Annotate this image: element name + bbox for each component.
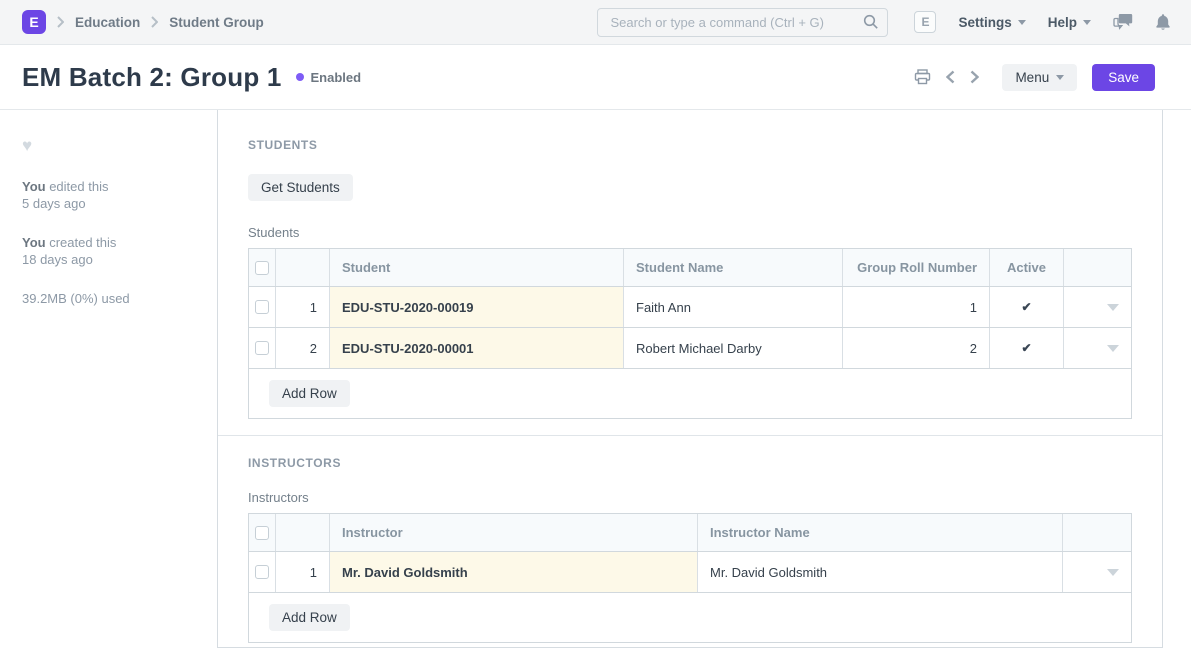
row-index-header xyxy=(275,249,329,286)
save-button[interactable]: Save xyxy=(1092,64,1155,91)
page-head: EM Batch 2: Group 1 Enabled Menu Save xyxy=(0,45,1191,110)
modified-info: You edited this 5 days ago xyxy=(22,178,201,212)
chevron-down-icon xyxy=(1056,75,1064,80)
column-header-student-name: Student Name xyxy=(623,249,842,286)
settings-label: Settings xyxy=(958,15,1011,30)
chevron-down-icon xyxy=(1083,20,1091,25)
instructors-field-label: Instructors xyxy=(248,490,1132,505)
print-icon[interactable] xyxy=(914,69,931,85)
check-icon: ✔ xyxy=(1021,300,1031,314)
column-header-active: Active xyxy=(989,249,1063,286)
row-checkbox[interactable] xyxy=(255,341,269,355)
add-row-button[interactable]: Add Row xyxy=(269,604,350,631)
students-grid-footer: Add Row xyxy=(249,368,1131,418)
group-roll-number-cell[interactable]: 1 xyxy=(842,287,989,327)
student-name-cell[interactable]: Faith Ann xyxy=(623,287,842,327)
students-grid-header: Student Student Name Group Roll Number A… xyxy=(249,249,1131,286)
column-header-instructor: Instructor xyxy=(329,514,697,551)
breadcrumb-education[interactable]: Education xyxy=(75,15,140,30)
form-sidebar: ♥ You edited this 5 days ago You created… xyxy=(0,110,217,656)
row-index[interactable]: 1 xyxy=(275,287,329,327)
bell-icon[interactable] xyxy=(1155,13,1171,31)
app-logo-letter: E xyxy=(29,14,38,30)
row-actions-cell[interactable] xyxy=(1063,328,1131,368)
app-logo[interactable]: E xyxy=(22,10,46,34)
active-cell[interactable]: ✔ xyxy=(989,328,1063,368)
modified-when: 5 days ago xyxy=(22,195,201,212)
created-info: You created this 18 days ago xyxy=(22,234,201,268)
get-students-button[interactable]: Get Students xyxy=(248,174,353,201)
modified-action: edited this xyxy=(46,179,109,194)
students-field-label: Students xyxy=(248,225,1132,240)
student-cell[interactable]: EDU-STU-2020-00019 xyxy=(329,287,623,327)
global-search xyxy=(597,8,888,37)
select-all-checkbox[interactable] xyxy=(255,526,269,540)
created-when: 18 days ago xyxy=(22,251,201,268)
search-icon xyxy=(863,14,879,33)
user-avatar[interactable]: E xyxy=(914,11,936,33)
row-checkbox[interactable] xyxy=(255,300,269,314)
row-index[interactable]: 2 xyxy=(275,328,329,368)
column-header-actions xyxy=(1062,514,1131,551)
row-index-header xyxy=(275,514,329,551)
search-input[interactable] xyxy=(597,8,888,37)
menu-button[interactable]: Menu xyxy=(1002,64,1077,91)
instructors-section-heading: INSTRUCTORS xyxy=(248,456,1132,470)
form-body: STUDENTS Get Students Students Student S… xyxy=(217,110,1163,648)
instructor-row: 1 Mr. David Goldsmith Mr. David Goldsmit… xyxy=(249,551,1131,592)
heart-icon[interactable]: ♥ xyxy=(22,136,32,155)
students-section: STUDENTS Get Students Students Student S… xyxy=(218,110,1162,435)
student-row: 2 EDU-STU-2020-00001 Robert Michael Darb… xyxy=(249,327,1131,368)
navbar: E Education Student Group E Settings Hel… xyxy=(0,0,1191,45)
created-action: created this xyxy=(46,235,117,250)
chevron-right-icon xyxy=(151,16,158,28)
students-grid: Student Student Name Group Roll Number A… xyxy=(248,248,1132,419)
instructor-name-cell[interactable]: Mr. David Goldsmith xyxy=(697,552,1062,592)
chevron-down-icon xyxy=(1018,20,1026,25)
row-index[interactable]: 1 xyxy=(275,552,329,592)
help-menu[interactable]: Help xyxy=(1048,15,1091,30)
add-row-button[interactable]: Add Row xyxy=(269,380,350,407)
chat-icon[interactable] xyxy=(1113,13,1133,31)
instructors-grid-header: Instructor Instructor Name xyxy=(249,514,1131,551)
chevron-down-icon[interactable] xyxy=(1107,304,1119,311)
select-all-checkbox[interactable] xyxy=(255,261,269,275)
instructors-grid-footer: Add Row xyxy=(249,592,1131,642)
storage-usage: 39.2MB (0%) used xyxy=(22,291,201,306)
row-actions-cell[interactable] xyxy=(1062,552,1131,592)
row-checkbox[interactable] xyxy=(255,565,269,579)
students-section-heading: STUDENTS xyxy=(248,138,1132,152)
instructors-section: INSTRUCTORS Instructors Instructor Instr… xyxy=(218,435,1162,659)
column-header-student: Student xyxy=(329,249,623,286)
column-header-group-roll-number: Group Roll Number xyxy=(842,249,989,286)
instructors-grid: Instructor Instructor Name 1 Mr. David G… xyxy=(248,513,1132,643)
chevron-down-icon[interactable] xyxy=(1107,569,1119,576)
status-dot-icon xyxy=(296,73,304,81)
created-by: You xyxy=(22,235,46,250)
group-roll-number-cell[interactable]: 2 xyxy=(842,328,989,368)
instructor-cell[interactable]: Mr. David Goldsmith xyxy=(329,552,697,592)
column-header-instructor-name: Instructor Name xyxy=(697,514,1062,551)
user-avatar-letter: E xyxy=(921,15,929,29)
chevron-right-icon xyxy=(57,16,64,28)
page-title: EM Batch 2: Group 1 xyxy=(22,62,282,93)
menu-button-label: Menu xyxy=(1015,70,1049,85)
chevron-down-icon[interactable] xyxy=(1107,345,1119,352)
student-cell[interactable]: EDU-STU-2020-00001 xyxy=(329,328,623,368)
modified-by: You xyxy=(22,179,46,194)
status-label: Enabled xyxy=(311,70,362,85)
active-cell[interactable]: ✔ xyxy=(989,287,1063,327)
settings-menu[interactable]: Settings xyxy=(958,15,1025,30)
row-actions-cell[interactable] xyxy=(1063,287,1131,327)
student-name-cell[interactable]: Robert Michael Darby xyxy=(623,328,842,368)
column-header-actions xyxy=(1063,249,1131,286)
student-row: 1 EDU-STU-2020-00019 Faith Ann 1 ✔ xyxy=(249,286,1131,327)
next-record-icon[interactable] xyxy=(970,70,979,84)
prev-record-icon[interactable] xyxy=(946,70,955,84)
breadcrumb-student-group[interactable]: Student Group xyxy=(169,15,264,30)
check-icon: ✔ xyxy=(1021,341,1031,355)
help-label: Help xyxy=(1048,15,1077,30)
status-badge: Enabled xyxy=(296,70,362,85)
